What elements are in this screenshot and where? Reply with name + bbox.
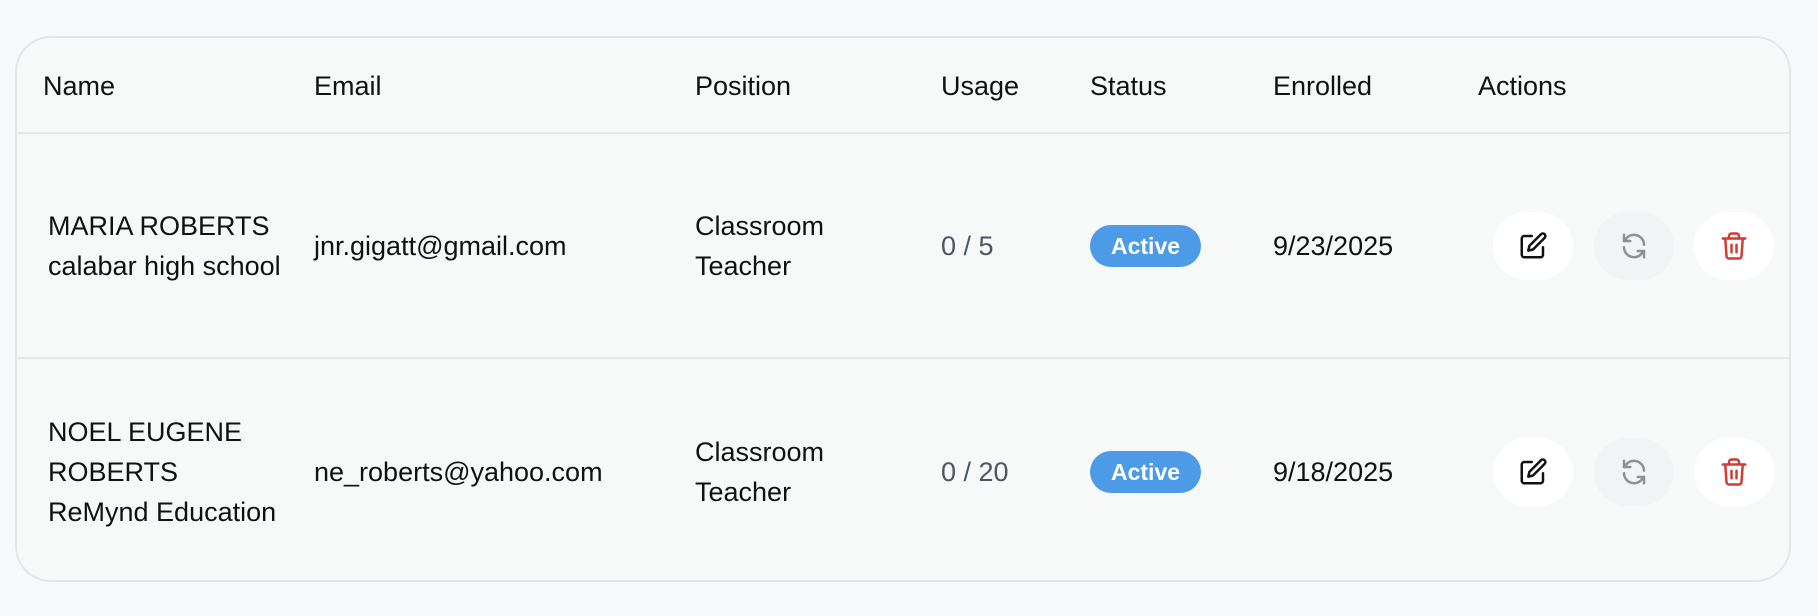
table-row: NOEL EUGENE ROBERTS ReMynd Education ne_…: [17, 359, 1789, 580]
status-badge: Active: [1090, 224, 1202, 267]
status-cell: Active: [1090, 134, 1260, 357]
delete-button[interactable]: [1694, 437, 1774, 506]
trash-icon: [1721, 231, 1747, 260]
table-row: MARIA ROBERTS calabar high school jnr.gi…: [17, 134, 1789, 359]
name-cell: NOEL EUGENE ROBERTS ReMynd Education: [48, 359, 288, 580]
refresh-icon: [1622, 459, 1646, 484]
header-actions: Actions: [1478, 71, 1567, 101]
user-name: NOEL EUGENE ROBERTS: [48, 416, 243, 487]
header-usage: Usage: [941, 71, 1020, 101]
header-name: Name: [43, 71, 116, 101]
delete-button[interactable]: [1694, 211, 1774, 280]
email-cell: jnr.gigatt@gmail.com: [314, 230, 567, 261]
refresh-icon: [1622, 233, 1646, 258]
position-cell: Classroom Teacher: [695, 436, 825, 507]
edit-button[interactable]: [1493, 211, 1573, 280]
name-cell: MARIA ROBERTS calabar high school: [48, 134, 288, 357]
enrolled-cell: 9/18/2025: [1273, 456, 1394, 487]
edit-button[interactable]: [1493, 437, 1573, 506]
header-enrolled: Enrolled: [1273, 71, 1373, 101]
position-cell: Classroom Teacher: [695, 210, 825, 281]
user-organization: ReMynd Education: [48, 496, 277, 527]
table-header: Name Email Position Usage Status Enrolle…: [17, 38, 1789, 134]
edit-icon: [1520, 231, 1547, 258]
usage-cell: 0 / 20: [941, 456, 1009, 487]
header-position: Position: [695, 71, 792, 101]
reset-usage-button[interactable]: [1594, 211, 1674, 280]
email-cell: ne_roberts@yahoo.com: [314, 456, 603, 487]
header-email: Email: [314, 71, 382, 101]
user-name: MARIA ROBERTS: [48, 210, 270, 241]
reset-usage-button[interactable]: [1594, 437, 1674, 506]
trash-icon: [1721, 457, 1747, 486]
header-status: Status: [1090, 71, 1167, 101]
usage-cell: 0 / 5: [941, 230, 994, 261]
actions-cell: [1478, 359, 1778, 580]
edit-icon: [1520, 457, 1547, 484]
status-cell: Active: [1090, 359, 1260, 580]
user-organization: calabar high school: [48, 250, 281, 281]
status-badge: Active: [1090, 450, 1202, 493]
users-table: Name Email Position Usage Status Enrolle…: [15, 36, 1791, 582]
enrolled-cell: 9/23/2025: [1273, 230, 1394, 261]
actions-cell: [1478, 134, 1778, 357]
